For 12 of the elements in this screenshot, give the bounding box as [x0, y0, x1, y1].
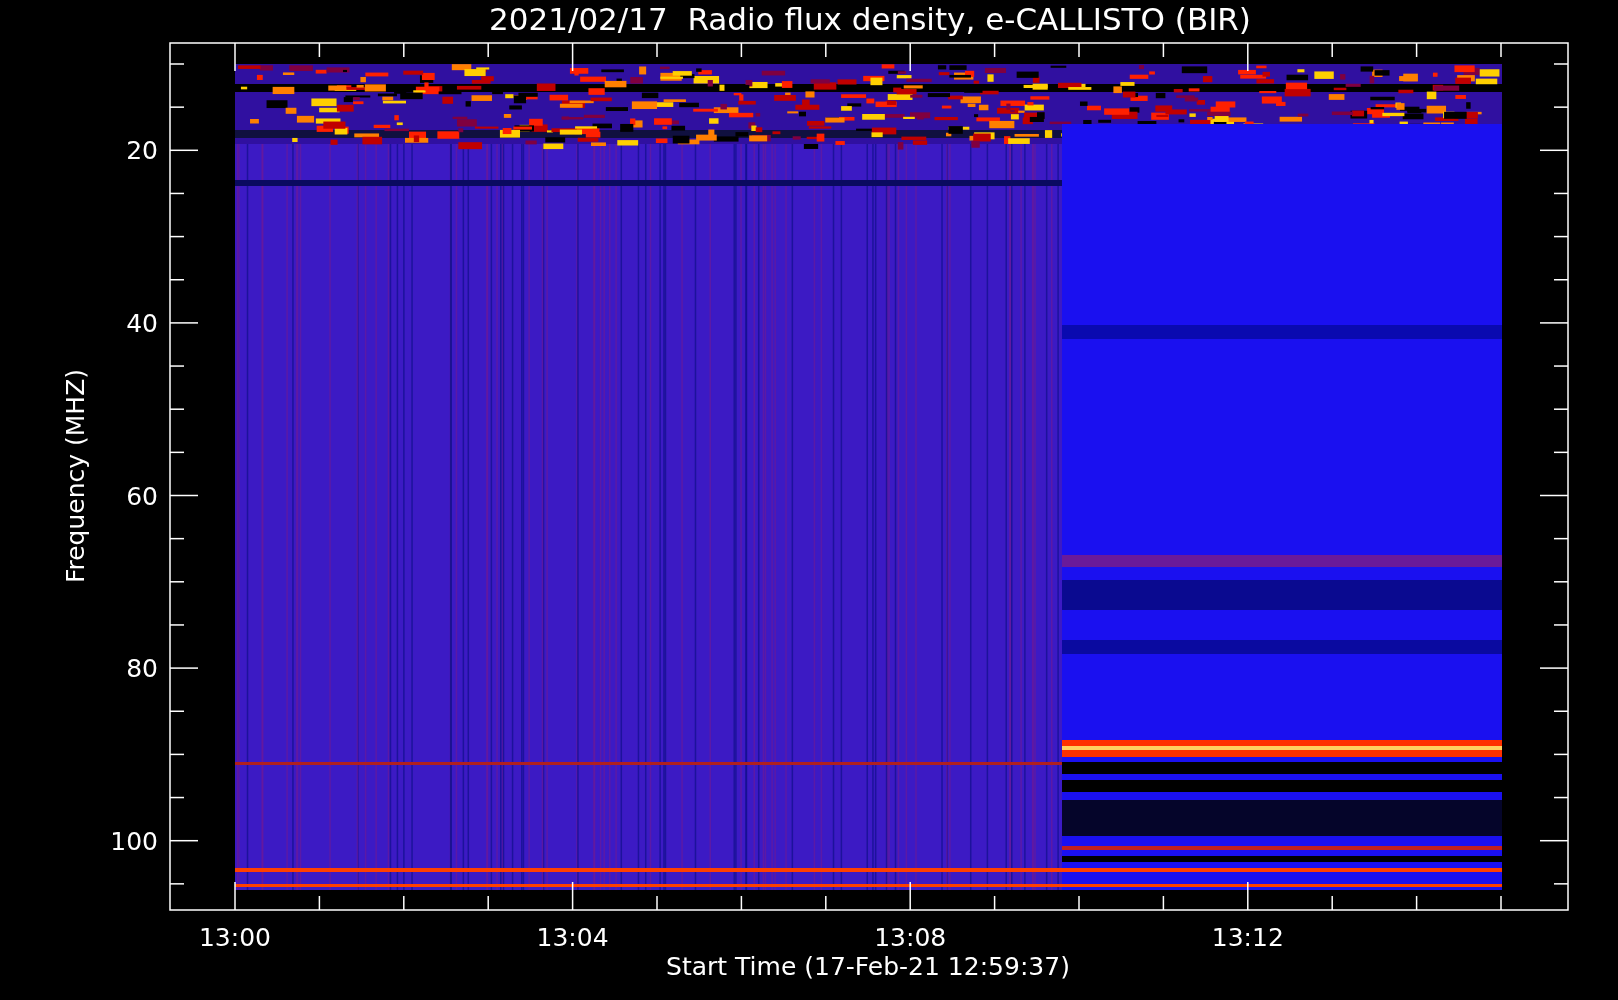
y-tick-label: 80	[126, 654, 158, 684]
x-tick-label: 13:04	[536, 923, 609, 952]
y-tick-label: 20	[126, 136, 158, 166]
x-tick-label: 13:00	[199, 923, 271, 952]
x-tick-label: 13:12	[1211, 923, 1284, 952]
y-tick-label: 40	[126, 308, 158, 338]
y-tick-label: 60	[126, 481, 158, 511]
plot-title: 2021/02/17 Radio flux density, e-CALLISTO (BIR)	[489, 1, 1251, 37]
y-tick-label: 100	[110, 826, 158, 856]
x-tick-label: 13:08	[874, 923, 947, 952]
y-axis-label: Frequency (MHZ)	[61, 368, 90, 584]
x-axis-label: Start Time (17-Feb-21 12:59:37)	[666, 952, 1070, 981]
